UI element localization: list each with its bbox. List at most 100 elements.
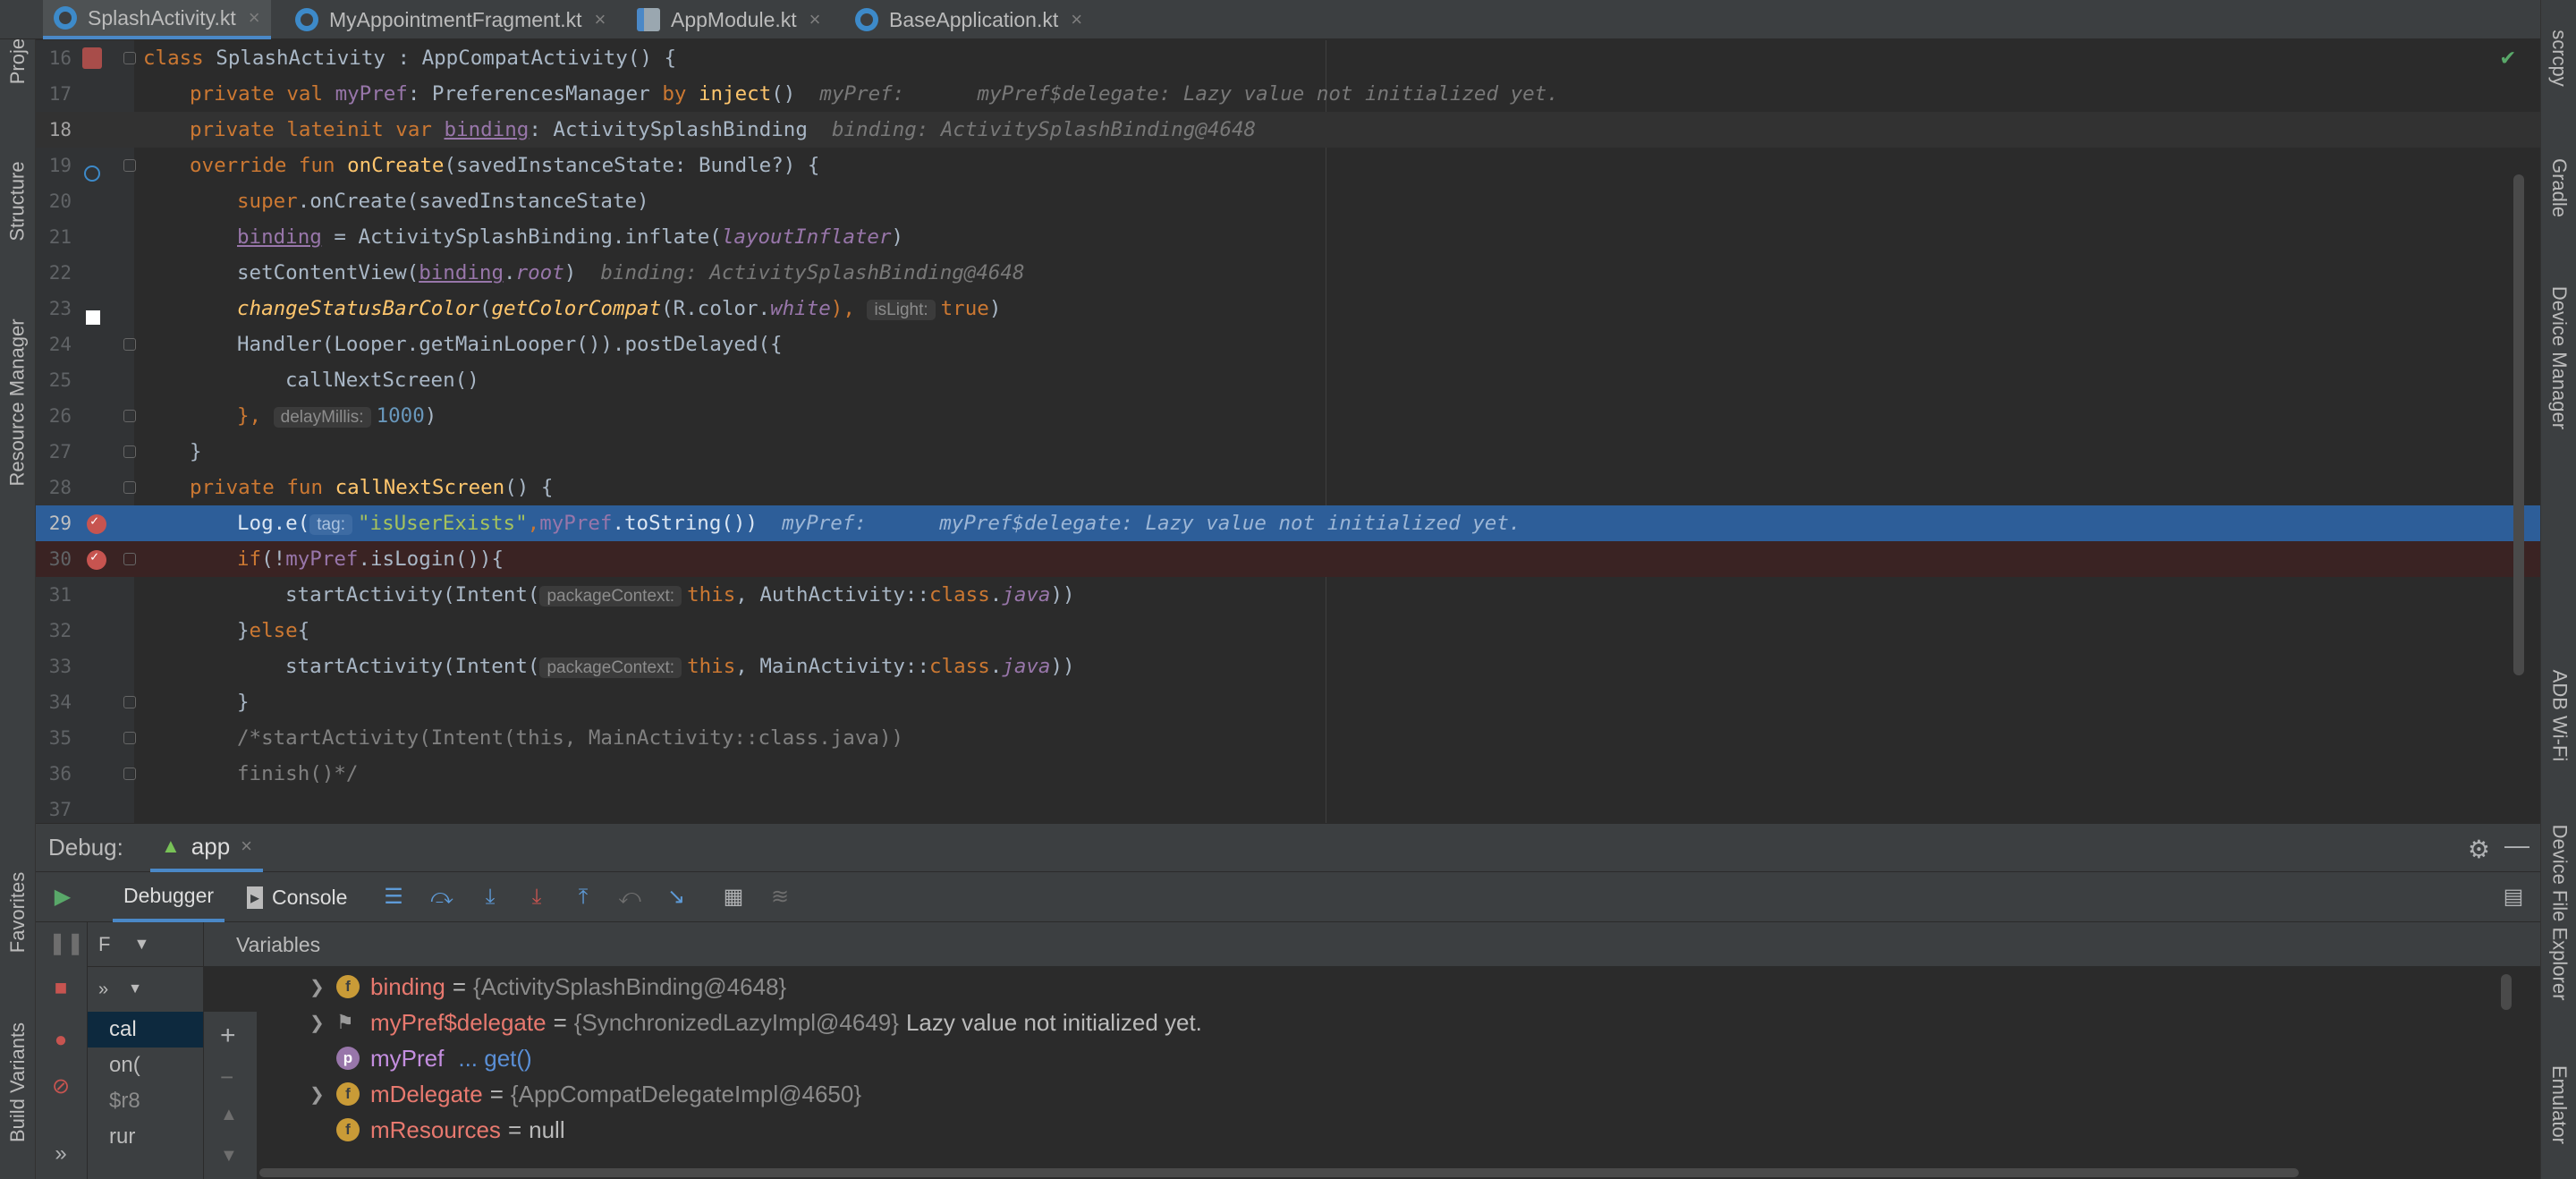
resume-icon[interactable]: ▶ xyxy=(50,885,75,910)
variable-row[interactable]: ❯ f mDelegate = {AppCompatDelegateImpl@4… xyxy=(309,1076,861,1112)
tab-splash-activity[interactable]: SplashActivity.kt × xyxy=(43,0,271,39)
variable-row[interactable]: ❯ ⚑ myPref$delegate = {SynchronizedLazyI… xyxy=(309,1005,1202,1040)
override-method-icon[interactable] xyxy=(84,165,100,182)
fold-icon[interactable] xyxy=(123,696,136,708)
code-line[interactable]: 28 private fun callNextScreen() { xyxy=(36,470,2540,505)
run-to-cursor-icon[interactable]: ↘ xyxy=(664,885,689,910)
close-icon[interactable]: × xyxy=(241,835,252,858)
run-config-icon[interactable] xyxy=(82,47,102,69)
step-over-icon[interactable]: ⤼ xyxy=(429,885,454,910)
debug-session-tab-app[interactable]: ▲ app × xyxy=(150,824,264,872)
close-icon[interactable]: × xyxy=(1071,8,1082,31)
fold-icon[interactable] xyxy=(123,732,136,744)
tool-tab-favorites[interactable]: Favorites xyxy=(0,850,36,975)
color-preview-icon[interactable] xyxy=(86,310,100,325)
frame-item[interactable]: rur xyxy=(88,1119,203,1155)
code-line[interactable]: 20 super.onCreate(savedInstanceState) xyxy=(36,183,2540,219)
variable-row[interactable]: ❯ f binding = {ActivitySplashBinding@464… xyxy=(309,969,786,1005)
show-execution-point-icon[interactable]: ☰ xyxy=(381,885,406,910)
fold-icon[interactable] xyxy=(123,410,136,422)
move-down-icon[interactable]: ▼ xyxy=(220,1146,238,1166)
inspection-ok-icon[interactable]: ✔ xyxy=(2501,44,2515,71)
minimize-icon[interactable]: — xyxy=(2504,831,2529,860)
view-breakpoints-icon[interactable]: ● xyxy=(48,1028,73,1053)
tool-tab-emulator[interactable]: Emulator xyxy=(2541,1038,2576,1172)
fold-icon[interactable] xyxy=(123,338,136,351)
code-line-breakpoint[interactable]: 30 if(!myPref.isLogin()){ xyxy=(36,541,2540,577)
variables-scrollbar[interactable] xyxy=(2501,974,2512,1010)
tab-console[interactable]: ▸ Console xyxy=(247,872,347,922)
code-line[interactable]: 34} xyxy=(36,684,2540,720)
frame-item[interactable]: on( xyxy=(88,1048,203,1083)
chevron-right-icon[interactable]: ❯ xyxy=(309,1012,336,1034)
close-icon[interactable]: × xyxy=(249,6,260,30)
variable-row[interactable]: f mResources = null xyxy=(309,1112,565,1148)
fold-icon[interactable] xyxy=(123,52,136,64)
pause-icon[interactable]: ❚❚ xyxy=(48,931,84,956)
fold-icon[interactable] xyxy=(123,445,136,458)
code-line[interactable]: 24 Handler(Looper.getMainLooper()).postDe… xyxy=(36,327,2540,362)
code-line[interactable]: 23 changeStatusBarColor(getColorCompat(R.… xyxy=(36,291,2540,327)
editor-scrollbar[interactable] xyxy=(2513,174,2524,675)
tab-base-application[interactable]: BaseApplication.kt × xyxy=(844,0,1093,39)
getter-link[interactable]: ... get() xyxy=(458,1045,531,1073)
code-line[interactable]: 31 startActivity(Intent(packageContext: th… xyxy=(36,577,2540,613)
tool-tab-scrcpy[interactable]: scrcpy xyxy=(2541,0,2576,116)
code-line[interactable]: 33 startActivity(Intent(packageContext: th… xyxy=(36,649,2540,684)
variables-tree[interactable]: + − ▲ ▼ ❯ f binding = {ActivitySplashBin… xyxy=(204,967,2540,1179)
code-line[interactable]: 17 private val myPref: PreferencesManager… xyxy=(36,76,2540,112)
horizontal-scrollbar[interactable] xyxy=(259,1168,2299,1177)
add-watch-icon[interactable]: + xyxy=(220,1021,236,1051)
tool-tab-build-variants[interactable]: Build Variants xyxy=(0,1002,36,1163)
move-up-icon[interactable]: ▲ xyxy=(220,1105,238,1125)
chevron-right-icon[interactable]: ❯ xyxy=(309,1083,336,1106)
force-step-into-icon[interactable]: ⤓ xyxy=(524,885,549,910)
mute-breakpoints-icon[interactable]: ⊘ xyxy=(48,1074,73,1099)
step-into-icon[interactable]: ⤓ xyxy=(478,885,503,910)
code-line[interactable]: 26}, delayMillis: 1000) xyxy=(36,398,2540,434)
code-line[interactable]: 27} xyxy=(36,434,2540,470)
code-line[interactable]: 37 xyxy=(36,792,2540,823)
tab-my-appointment-fragment[interactable]: MyAppointmentFragment.kt × xyxy=(284,0,616,39)
frames-header[interactable]: F ▼ xyxy=(88,922,203,967)
fold-icon[interactable] xyxy=(123,768,136,780)
code-line-current[interactable]: 18 private lateinit var binding: Activity… xyxy=(36,112,2540,148)
frame-item[interactable]: $r8 xyxy=(88,1083,203,1119)
variable-row[interactable]: p myPref ... get() xyxy=(309,1040,532,1076)
fold-icon[interactable] xyxy=(123,159,136,172)
gear-icon[interactable]: ⚙ xyxy=(2468,835,2490,864)
more-icon[interactable]: » xyxy=(48,1141,73,1166)
chevron-down-icon[interactable]: ▼ xyxy=(128,981,142,997)
breakpoint-icon[interactable] xyxy=(87,513,106,534)
fold-icon[interactable] xyxy=(123,481,136,494)
drop-frame-icon[interactable]: ⤺ xyxy=(617,885,642,910)
close-icon[interactable]: × xyxy=(595,8,606,31)
tool-tab-adb-wifi[interactable]: ADB Wi-Fi xyxy=(2541,644,2576,787)
frame-item[interactable]: cal xyxy=(88,1012,203,1048)
chevron-right-icon[interactable]: ❯ xyxy=(309,976,336,998)
layout-icon[interactable]: ▤ xyxy=(2501,885,2526,910)
stop-icon[interactable]: ■ xyxy=(48,976,73,1001)
code-line[interactable]: 36 finish()*/ xyxy=(36,756,2540,792)
code-line[interactable]: 21 binding = ActivitySplashBinding.inflat… xyxy=(36,219,2540,255)
tab-debugger[interactable]: Debugger xyxy=(113,872,225,922)
breakpoint-icon[interactable] xyxy=(87,548,106,570)
tool-tab-gradle[interactable]: Gradle xyxy=(2541,134,2576,242)
code-line-execution-point[interactable]: 29 Log.e(tag: "isUserExists",myPref.toStri… xyxy=(36,505,2540,541)
tool-tab-device-manager[interactable]: Device Manager xyxy=(2541,259,2576,456)
more-icon[interactable]: » xyxy=(98,980,108,1000)
fold-icon[interactable] xyxy=(123,553,136,565)
tool-tab-resource-manager[interactable]: Resource Manager xyxy=(0,295,36,510)
remove-watch-icon[interactable]: − xyxy=(220,1064,233,1091)
code-line[interactable]: 35 /*startActivity(Intent(this, MainActiv… xyxy=(36,720,2540,756)
step-out-icon[interactable]: ⤒ xyxy=(571,885,596,910)
code-editor[interactable]: 16 class SplashActivity : AppCompatActivi… xyxy=(36,40,2540,823)
code-line[interactable]: 16 class SplashActivity : AppCompatActivi… xyxy=(36,40,2540,76)
code-line[interactable]: 22 setContentView(binding.root) binding: … xyxy=(36,255,2540,291)
tool-tab-structure[interactable]: Structure xyxy=(0,134,36,268)
close-icon[interactable]: × xyxy=(809,8,821,31)
code-line[interactable]: 19 override fun onCreate(savedInstanceSta… xyxy=(36,148,2540,183)
tab-app-module[interactable]: AppModule.kt × xyxy=(626,0,832,39)
trace-icon[interactable]: ≋ xyxy=(767,885,792,910)
tool-tab-device-file-explorer[interactable]: Device File Explorer xyxy=(2541,796,2576,1029)
